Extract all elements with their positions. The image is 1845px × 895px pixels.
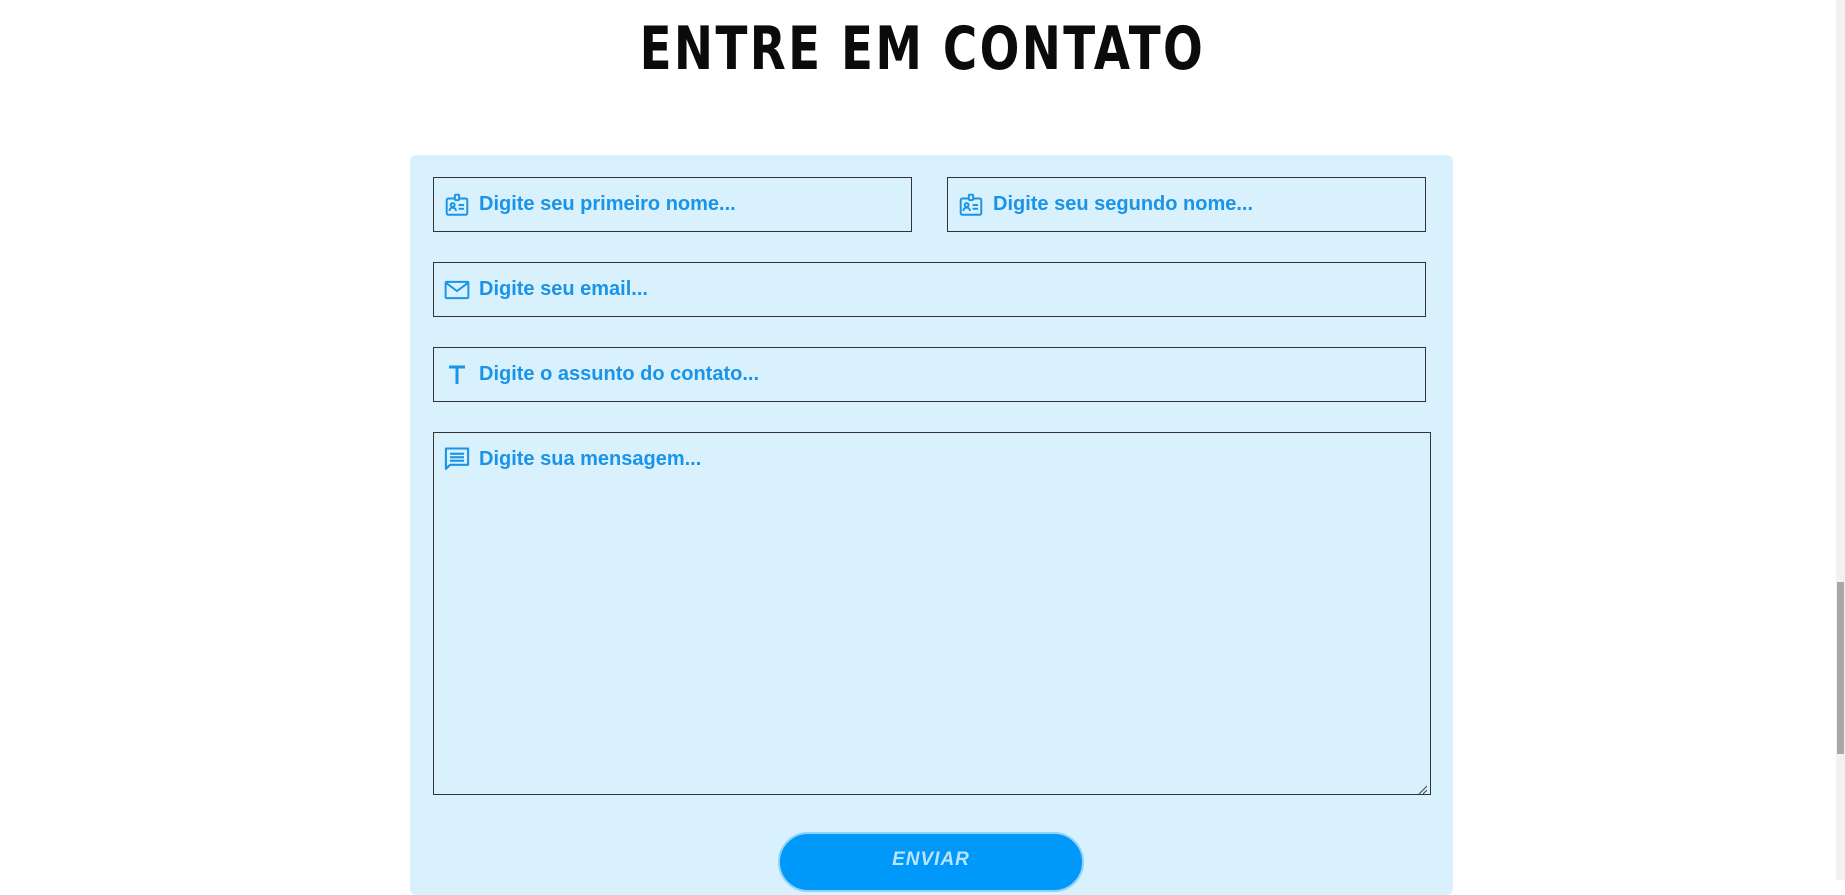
message-field[interactable] [433, 432, 1431, 809]
page-title: ENTRE EM CONTATO [639, 14, 1206, 84]
page-scrollbar[interactable] [1836, 0, 1845, 880]
text-icon [443, 361, 471, 389]
envelope-icon [443, 276, 471, 304]
id-card-icon [957, 191, 985, 219]
subject-input[interactable] [479, 348, 1425, 401]
first-name-input[interactable] [479, 178, 911, 231]
email-field[interactable] [433, 262, 1426, 317]
submit-button[interactable]: ENVIAR [778, 832, 1084, 892]
message-textarea[interactable] [479, 433, 1430, 809]
subject-field[interactable] [433, 347, 1426, 402]
id-card-icon [443, 191, 471, 219]
last-name-input[interactable] [993, 178, 1425, 231]
first-name-field[interactable] [433, 177, 912, 232]
resize-grip-icon[interactable] [1417, 781, 1428, 795]
scrollbar-thumb[interactable] [1837, 582, 1844, 754]
email-input[interactable] [479, 263, 1425, 316]
last-name-field[interactable] [947, 177, 1426, 232]
message-icon [443, 445, 471, 473]
